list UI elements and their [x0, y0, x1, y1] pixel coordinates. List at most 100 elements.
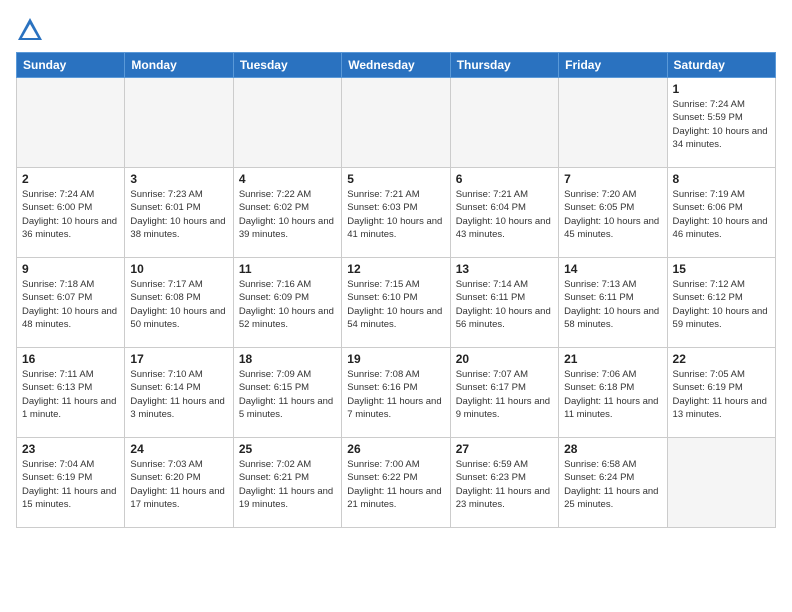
day-number: 9	[22, 262, 119, 276]
day-info: Sunrise: 7:11 AM Sunset: 6:13 PM Dayligh…	[22, 368, 119, 421]
day-number: 6	[456, 172, 553, 186]
weekday-header-tuesday: Tuesday	[233, 53, 341, 78]
day-number: 5	[347, 172, 444, 186]
day-info: Sunrise: 7:04 AM Sunset: 6:19 PM Dayligh…	[22, 458, 119, 511]
day-info: Sunrise: 7:05 AM Sunset: 6:19 PM Dayligh…	[673, 368, 770, 421]
day-info: Sunrise: 6:58 AM Sunset: 6:24 PM Dayligh…	[564, 458, 661, 511]
day-info: Sunrise: 7:16 AM Sunset: 6:09 PM Dayligh…	[239, 278, 336, 331]
calendar-week-3: 16 Sunrise: 7:11 AM Sunset: 6:13 PM Dayli…	[17, 348, 776, 438]
day-number: 3	[130, 172, 227, 186]
weekday-header-friday: Friday	[559, 53, 667, 78]
day-info: Sunrise: 7:06 AM Sunset: 6:18 PM Dayligh…	[564, 368, 661, 421]
calendar-cell: 12Sunrise: 7:15 AM Sunset: 6:10 PM Dayli…	[342, 258, 450, 348]
calendar-cell: 4 Sunrise: 7:22 AM Sunset: 6:02 PM Daylig…	[233, 168, 341, 258]
day-info: Sunrise: 7:24 AM Sunset: 5:59 PM Dayligh…	[673, 98, 770, 151]
day-info: Sunrise: 7:21 AM Sunset: 6:03 PM Dayligh…	[347, 188, 444, 241]
day-info: Sunrise: 7:03 AM Sunset: 6:20 PM Dayligh…	[130, 458, 227, 511]
calendar-cell: 6Sunrise: 7:21 AM Sunset: 6:04 PM Daylig…	[450, 168, 558, 258]
day-number: 27	[456, 442, 553, 456]
calendar-cell: 24 Sunrise: 7:03 AM Sunset: 6:20 PM Dayli…	[125, 438, 233, 528]
calendar-cell: 11 Sunrise: 7:16 AM Sunset: 6:09 PM Dayli…	[233, 258, 341, 348]
weekday-row: SundayMondayTuesdayWednesdayThursdayFrid…	[17, 53, 776, 78]
day-info: Sunrise: 7:19 AM Sunset: 6:06 PM Dayligh…	[673, 188, 770, 241]
weekday-header-saturday: Saturday	[667, 53, 775, 78]
calendar-cell	[342, 78, 450, 168]
header	[16, 16, 776, 44]
day-info: Sunrise: 7:10 AM Sunset: 6:14 PM Dayligh…	[130, 368, 227, 421]
calendar-body: 1 Sunrise: 7:24 AM Sunset: 5:59 PM Daylig…	[17, 78, 776, 528]
day-info: Sunrise: 7:17 AM Sunset: 6:08 PM Dayligh…	[130, 278, 227, 331]
day-info: Sunrise: 7:00 AM Sunset: 6:22 PM Dayligh…	[347, 458, 444, 511]
day-number: 13	[456, 262, 553, 276]
day-number: 1	[673, 82, 770, 96]
weekday-header-thursday: Thursday	[450, 53, 558, 78]
day-number: 2	[22, 172, 119, 186]
calendar-week-2: 9 Sunrise: 7:18 AM Sunset: 6:07 PM Daylig…	[17, 258, 776, 348]
day-number: 25	[239, 442, 336, 456]
day-number: 10	[130, 262, 227, 276]
day-number: 18	[239, 352, 336, 366]
calendar-cell: 2Sunrise: 7:24 AM Sunset: 6:00 PM Daylig…	[17, 168, 125, 258]
day-number: 17	[130, 352, 227, 366]
calendar-week-4: 23 Sunrise: 7:04 AM Sunset: 6:19 PM Dayli…	[17, 438, 776, 528]
day-number: 19	[347, 352, 444, 366]
day-number: 14	[564, 262, 661, 276]
calendar-cell: 18 Sunrise: 7:09 AM Sunset: 6:15 PM Dayli…	[233, 348, 341, 438]
day-info: Sunrise: 7:18 AM Sunset: 6:07 PM Dayligh…	[22, 278, 119, 331]
calendar-week-0: 1 Sunrise: 7:24 AM Sunset: 5:59 PM Daylig…	[17, 78, 776, 168]
calendar-cell	[450, 78, 558, 168]
day-info: Sunrise: 6:59 AM Sunset: 6:23 PM Dayligh…	[456, 458, 553, 511]
calendar-cell: 13 Sunrise: 7:14 AM Sunset: 6:11 PM Dayli…	[450, 258, 558, 348]
calendar-cell	[667, 438, 775, 528]
calendar-cell	[17, 78, 125, 168]
day-number: 23	[22, 442, 119, 456]
day-info: Sunrise: 7:13 AM Sunset: 6:11 PM Dayligh…	[564, 278, 661, 331]
day-info: Sunrise: 7:09 AM Sunset: 6:15 PM Dayligh…	[239, 368, 336, 421]
calendar-cell: 16 Sunrise: 7:11 AM Sunset: 6:13 PM Dayli…	[17, 348, 125, 438]
calendar-cell: 3Sunrise: 7:23 AM Sunset: 6:01 PM Daylig…	[125, 168, 233, 258]
calendar-cell: 14 Sunrise: 7:13 AM Sunset: 6:11 PM Dayli…	[559, 258, 667, 348]
calendar-cell: 27 Sunrise: 6:59 AM Sunset: 6:23 PM Dayli…	[450, 438, 558, 528]
calendar-cell	[125, 78, 233, 168]
day-number: 21	[564, 352, 661, 366]
calendar-cell: 17 Sunrise: 7:10 AM Sunset: 6:14 PM Dayli…	[125, 348, 233, 438]
calendar-cell: 7 Sunrise: 7:20 AM Sunset: 6:05 PM Daylig…	[559, 168, 667, 258]
day-info: Sunrise: 7:22 AM Sunset: 6:02 PM Dayligh…	[239, 188, 336, 241]
calendar-cell: 19Sunrise: 7:08 AM Sunset: 6:16 PM Dayli…	[342, 348, 450, 438]
day-number: 15	[673, 262, 770, 276]
calendar-cell: 5 Sunrise: 7:21 AM Sunset: 6:03 PM Daylig…	[342, 168, 450, 258]
day-number: 11	[239, 262, 336, 276]
logo-icon	[16, 16, 44, 44]
calendar: SundayMondayTuesdayWednesdayThursdayFrid…	[16, 52, 776, 528]
page: SundayMondayTuesdayWednesdayThursdayFrid…	[0, 0, 792, 612]
day-number: 26	[347, 442, 444, 456]
calendar-cell: 10 Sunrise: 7:17 AM Sunset: 6:08 PM Dayli…	[125, 258, 233, 348]
weekday-header-wednesday: Wednesday	[342, 53, 450, 78]
day-info: Sunrise: 7:14 AM Sunset: 6:11 PM Dayligh…	[456, 278, 553, 331]
calendar-cell: 25 Sunrise: 7:02 AM Sunset: 6:21 PM Dayli…	[233, 438, 341, 528]
calendar-week-1: 2Sunrise: 7:24 AM Sunset: 6:00 PM Daylig…	[17, 168, 776, 258]
calendar-cell: 8 Sunrise: 7:19 AM Sunset: 6:06 PM Daylig…	[667, 168, 775, 258]
day-info: Sunrise: 7:07 AM Sunset: 6:17 PM Dayligh…	[456, 368, 553, 421]
calendar-header: SundayMondayTuesdayWednesdayThursdayFrid…	[17, 53, 776, 78]
day-number: 20	[456, 352, 553, 366]
calendar-cell: 26 Sunrise: 7:00 AM Sunset: 6:22 PM Dayli…	[342, 438, 450, 528]
calendar-cell: 15Sunrise: 7:12 AM Sunset: 6:12 PM Dayli…	[667, 258, 775, 348]
day-number: 4	[239, 172, 336, 186]
day-number: 22	[673, 352, 770, 366]
day-number: 8	[673, 172, 770, 186]
calendar-cell	[233, 78, 341, 168]
day-info: Sunrise: 7:02 AM Sunset: 6:21 PM Dayligh…	[239, 458, 336, 511]
calendar-cell: 22 Sunrise: 7:05 AM Sunset: 6:19 PM Dayli…	[667, 348, 775, 438]
day-number: 16	[22, 352, 119, 366]
day-number: 7	[564, 172, 661, 186]
weekday-header-sunday: Sunday	[17, 53, 125, 78]
calendar-cell: 1 Sunrise: 7:24 AM Sunset: 5:59 PM Daylig…	[667, 78, 775, 168]
day-info: Sunrise: 7:20 AM Sunset: 6:05 PM Dayligh…	[564, 188, 661, 241]
calendar-cell: 9 Sunrise: 7:18 AM Sunset: 6:07 PM Daylig…	[17, 258, 125, 348]
calendar-cell: 20 Sunrise: 7:07 AM Sunset: 6:17 PM Dayli…	[450, 348, 558, 438]
calendar-cell	[559, 78, 667, 168]
day-number: 24	[130, 442, 227, 456]
calendar-cell: 28Sunrise: 6:58 AM Sunset: 6:24 PM Dayli…	[559, 438, 667, 528]
logo	[16, 16, 48, 44]
